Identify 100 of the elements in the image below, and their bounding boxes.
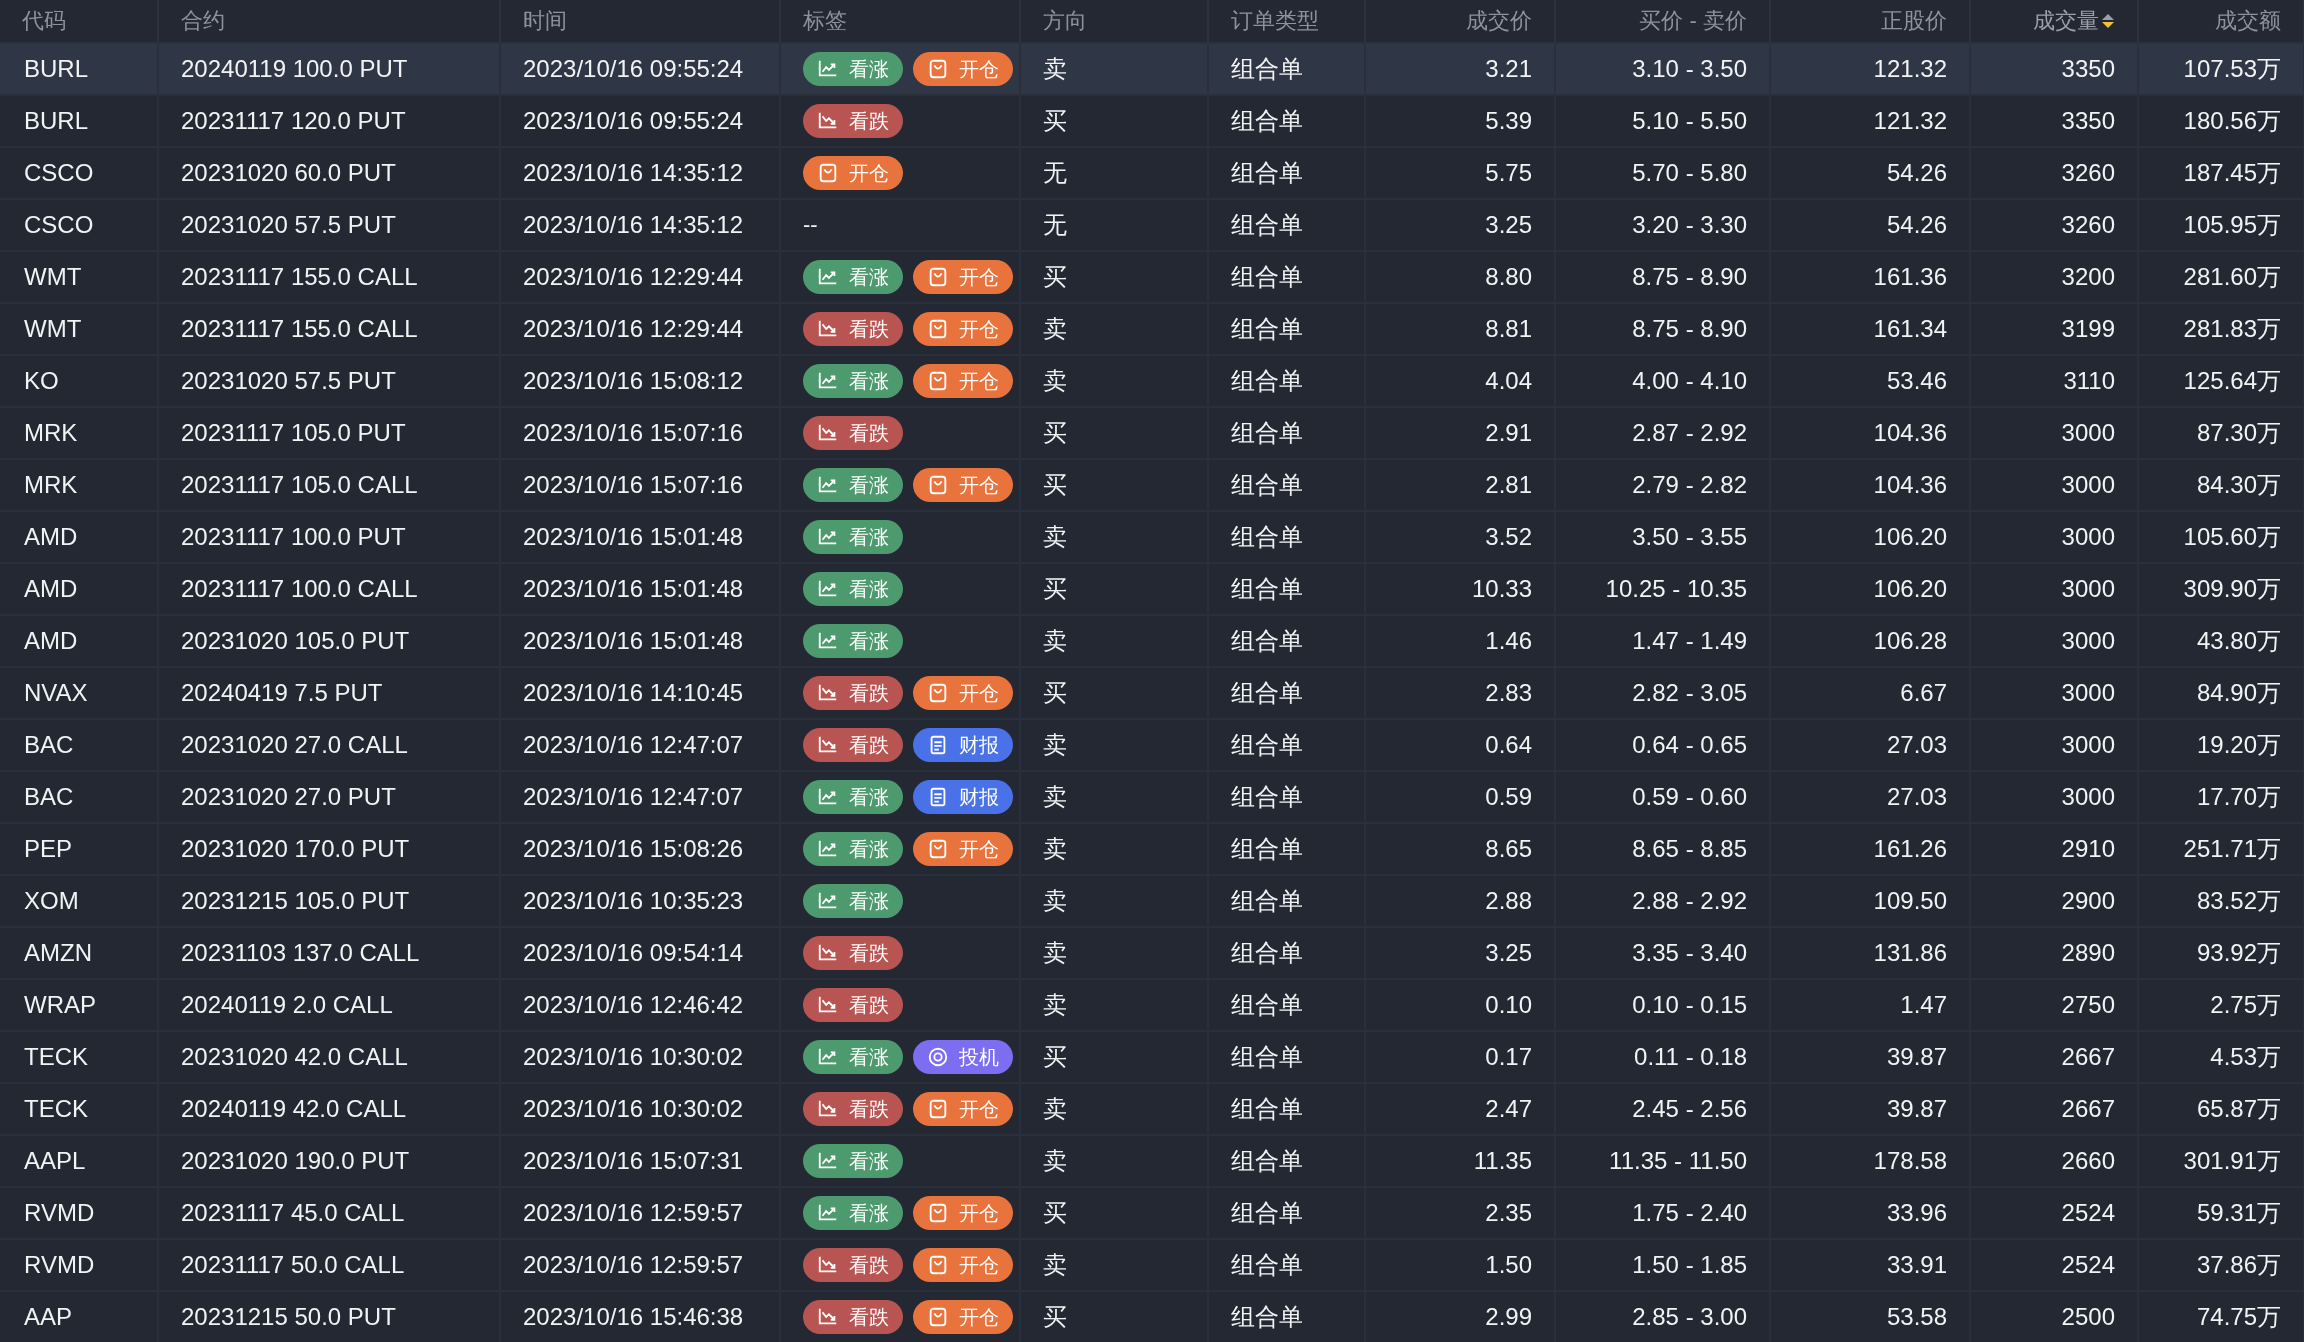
order-type-cell: 组合单 xyxy=(1231,627,1303,654)
order-type-cell: 组合单 xyxy=(1231,939,1303,966)
table-row[interactable]: AMD 20231117 100.0 PUT 2023/10/16 15:01:48 看涨 卖 组合单 3.52 3.50 - 3.55 106.20 3000 105.60万 xyxy=(0,511,2304,563)
column-header[interactable]: 标签 xyxy=(803,6,847,36)
price-cell: 2.88 xyxy=(1485,887,1532,914)
price-cell: 3.25 xyxy=(1485,211,1532,238)
contract-cell: 20231020 57.5 PUT xyxy=(181,211,396,238)
tag-label: 看涨 xyxy=(849,1148,889,1174)
stock-price-cell: 121.32 xyxy=(1873,107,1947,134)
stock-price-cell: 104.36 xyxy=(1873,471,1947,498)
table-row[interactable]: AMD 20231117 100.0 CALL 2023/10/16 15:01:48 看涨 买 组合单 10.33 10.25 - 10.35 106.20 3000 309.90万 xyxy=(0,563,2304,615)
table-row[interactable]: CSCO 20231020 57.5 PUT 2023/10/16 14:35:12 -- 无 组合单 3.25 3.20 - 3.30 54.26 3260 105.95万 xyxy=(0,199,2304,251)
bid-ask-cell: 5.70 - 5.80 xyxy=(1632,159,1747,186)
bid-ask-cell: 4.00 - 4.10 xyxy=(1632,367,1747,394)
column-header[interactable]: 买价 - 卖价 xyxy=(1639,6,1747,36)
stock-price-cell: 104.36 xyxy=(1873,419,1947,446)
price-cell: 2.91 xyxy=(1485,419,1532,446)
table-row[interactable]: MRK 20231117 105.0 CALL 2023/10/16 15:07:16 看涨 开仓 买 组合单 2.81 2.79 - 2.82 104.36 3000 84.30万 xyxy=(0,459,2304,511)
tag-label: 开仓 xyxy=(849,160,889,186)
stock-price-cell: 161.34 xyxy=(1873,315,1947,342)
table-row[interactable]: AAP 20231215 50.0 PUT 2023/10/16 15:46:38 看跌 开仓 买 组合单 2.99 2.85 - 3.00 53.58 2500 74.75万 xyxy=(0,1291,2304,1342)
table-row[interactable]: CSCO 20231020 60.0 PUT 2023/10/16 14:35:12 开仓 无 组合单 5.75 5.70 - 5.80 54.26 3260 187.45万 xyxy=(0,147,2304,199)
table-row[interactable]: AAPL 20231020 190.0 PUT 2023/10/16 15:07:31 看涨 卖 组合单 11.35 11.35 - 11.50 178.58 2660 301.91万 xyxy=(0,1135,2304,1187)
table-row[interactable]: NVAX 20240419 7.5 PUT 2023/10/16 14:10:45 看跌 开仓 买 组合单 2.83 2.82 - 3.05 6.67 3000 84.90万 xyxy=(0,667,2304,719)
bag-icon xyxy=(927,370,949,392)
bag-icon xyxy=(927,682,949,704)
order-type-cell: 组合单 xyxy=(1231,523,1303,550)
bag-icon xyxy=(927,1306,949,1328)
bid-ask-cell: 2.79 - 2.82 xyxy=(1632,471,1747,498)
ticker-cell: XOM xyxy=(24,887,79,914)
amount-cell: 84.30万 xyxy=(2196,471,2281,498)
stock-price-cell: 27.03 xyxy=(1886,783,1947,810)
time-cell: 2023/10/16 12:47:07 xyxy=(523,731,744,758)
table-row[interactable]: WRAP 20240119 2.0 CALL 2023/10/16 12:46:42 看跌 卖 组合单 0.10 0.10 - 0.15 1.47 2750 2.75万 xyxy=(0,979,2304,1031)
table-row[interactable]: RVMD 20231117 50.0 CALL 2023/10/16 12:59:57 看跌 开仓 卖 组合单 1.50 1.50 - 1.85 33.91 2524 37.86万 xyxy=(0,1239,2304,1291)
amount-cell: 105.95万 xyxy=(2183,211,2281,238)
amount-cell: 74.75万 xyxy=(2196,1303,2281,1330)
price-cell: 8.65 xyxy=(1485,835,1532,862)
column-header[interactable]: 时间 xyxy=(523,6,567,36)
price-cell: 11.35 xyxy=(1473,1147,1532,1174)
column-header[interactable]: 方向 xyxy=(1043,6,1087,36)
ticker-cell: AMD xyxy=(24,523,78,550)
tag-label: 开仓 xyxy=(959,264,999,290)
amount-cell: 4.53万 xyxy=(2210,1043,2281,1070)
volume-cell: 3000 xyxy=(2061,419,2115,446)
price-cell: 4.04 xyxy=(1485,367,1532,394)
table-row[interactable]: AMD 20231020 105.0 PUT 2023/10/16 15:01:48 看涨 卖 组合单 1.46 1.47 - 1.49 106.28 3000 43.80万 xyxy=(0,615,2304,667)
amount-cell: 2.75万 xyxy=(2210,991,2281,1018)
column-header[interactable]: 订单类型 xyxy=(1231,6,1319,36)
stock-price-cell: 33.96 xyxy=(1886,1199,1947,1226)
column-header[interactable]: 正股价 xyxy=(1881,6,1947,36)
sort-icon[interactable] xyxy=(2101,13,2115,29)
table-row[interactable]: TECK 20240119 42.0 CALL 2023/10/16 10:30:02 看跌 开仓 卖 组合单 2.47 2.45 - 2.56 39.87 2667 65.87万 xyxy=(0,1083,2304,1135)
table-row[interactable]: KO 20231020 57.5 PUT 2023/10/16 15:08:12 看涨 开仓 卖 组合单 4.04 4.00 - 4.10 53.46 3110 125.64万 xyxy=(0,355,2304,407)
time-cell: 2023/10/16 15:46:38 xyxy=(523,1303,744,1330)
stock-price-cell: 33.91 xyxy=(1886,1251,1947,1278)
tag-label: 开仓 xyxy=(959,680,999,706)
table-row[interactable]: RVMD 20231117 45.0 CALL 2023/10/16 12:59:57 看涨 开仓 买 组合单 2.35 1.75 - 2.40 33.96 2524 59.31万 xyxy=(0,1187,2304,1239)
table-row[interactable]: PEP 20231020 170.0 PUT 2023/10/16 15:08:26 看涨 开仓 卖 组合单 8.65 8.65 - 8.85 161.26 2910 251.71万 xyxy=(0,823,2304,875)
contract-cell: 20231020 27.0 CALL xyxy=(181,731,408,758)
direction-cell: 卖 xyxy=(1043,523,1067,550)
bid-ask-cell: 8.75 - 8.90 xyxy=(1632,263,1747,290)
table-row[interactable]: AMZN 20231103 137.0 CALL 2023/10/16 09:54:14 看跌 卖 组合单 3.25 3.35 - 3.40 131.86 2890 93.92万 xyxy=(0,927,2304,979)
table-row[interactable]: WMT 20231117 155.0 CALL 2023/10/16 12:29:44 看涨 开仓 买 组合单 8.80 8.75 - 8.90 161.36 3200 281.60万 xyxy=(0,251,2304,303)
bag-icon xyxy=(927,474,949,496)
table-row[interactable]: BURL 20240119 100.0 PUT 2023/10/16 09:55:24 看涨 开仓 卖 组合单 3.21 3.10 - 3.50 121.32 3350 107.53万 xyxy=(0,43,2304,95)
tag-label: 看涨 xyxy=(849,888,889,914)
contract-cell: 20231215 50.0 PUT xyxy=(181,1303,396,1330)
table-row[interactable]: TECK 20231020 42.0 CALL 2023/10/16 10:30:02 看涨 投机 买 组合单 0.17 0.11 - 0.18 39.87 2667 4.53万 xyxy=(0,1031,2304,1083)
direction-cell: 卖 xyxy=(1043,1147,1067,1174)
direction-cell: 卖 xyxy=(1043,367,1067,394)
price-cell: 0.64 xyxy=(1485,731,1532,758)
bid-ask-cell: 0.64 - 0.65 xyxy=(1632,731,1747,758)
tag-label: 财报 xyxy=(959,732,999,758)
amount-cell: 37.86万 xyxy=(2196,1251,2281,1278)
table-row[interactable]: BAC 20231020 27.0 PUT 2023/10/16 12:47:07 看涨 财报 卖 组合单 0.59 0.59 - 0.60 27.03 3000 17.70万 xyxy=(0,771,2304,823)
table-row[interactable]: XOM 20231215 105.0 PUT 2023/10/16 10:35:23 看涨 卖 组合单 2.88 2.88 - 2.92 109.50 2900 83.52万 xyxy=(0,875,2304,927)
price-cell: 3.52 xyxy=(1485,523,1532,550)
time-cell: 2023/10/16 12:46:42 xyxy=(523,991,744,1018)
direction-cell: 买 xyxy=(1043,471,1067,498)
table-row[interactable]: BURL 20231117 120.0 PUT 2023/10/16 09:55:24 看跌 买 组合单 5.39 5.10 - 5.50 121.32 3350 180.56万 xyxy=(0,95,2304,147)
column-header[interactable]: 成交量 xyxy=(2033,6,2099,36)
column-header[interactable]: 成交价 xyxy=(1466,6,1532,36)
order-type-cell: 组合单 xyxy=(1231,263,1303,290)
stock-price-cell: 178.58 xyxy=(1873,1147,1947,1174)
bid-ask-cell: 0.59 - 0.60 xyxy=(1632,783,1747,810)
table-row[interactable]: WMT 20231117 155.0 CALL 2023/10/16 12:29:44 看跌 开仓 卖 组合单 8.81 8.75 - 8.90 161.34 3199 281.83万 xyxy=(0,303,2304,355)
table-row[interactable]: BAC 20231020 27.0 CALL 2023/10/16 12:47:07 看跌 财报 卖 组合单 0.64 0.64 - 0.65 27.03 3000 19.20万 xyxy=(0,719,2304,771)
stock-price-cell: 121.32 xyxy=(1873,55,1947,82)
order-type-cell: 组合单 xyxy=(1231,991,1303,1018)
column-header[interactable]: 代码 xyxy=(22,6,66,36)
contract-cell: 20240119 2.0 CALL xyxy=(181,991,393,1018)
tag-label: 看跌 xyxy=(849,1096,889,1122)
column-header[interactable]: 合约 xyxy=(181,6,225,36)
table-row[interactable]: MRK 20231117 105.0 PUT 2023/10/16 15:07:16 看跌 买 组合单 2.91 2.87 - 2.92 104.36 3000 87.30万 xyxy=(0,407,2304,459)
contract-cell: 20231215 105.0 PUT xyxy=(181,887,410,914)
tag-label: 看涨 xyxy=(849,1044,889,1070)
order-type-cell: 组合单 xyxy=(1231,1043,1303,1070)
stock-price-cell: 39.87 xyxy=(1886,1095,1947,1122)
column-header[interactable]: 成交额 xyxy=(2215,6,2281,36)
